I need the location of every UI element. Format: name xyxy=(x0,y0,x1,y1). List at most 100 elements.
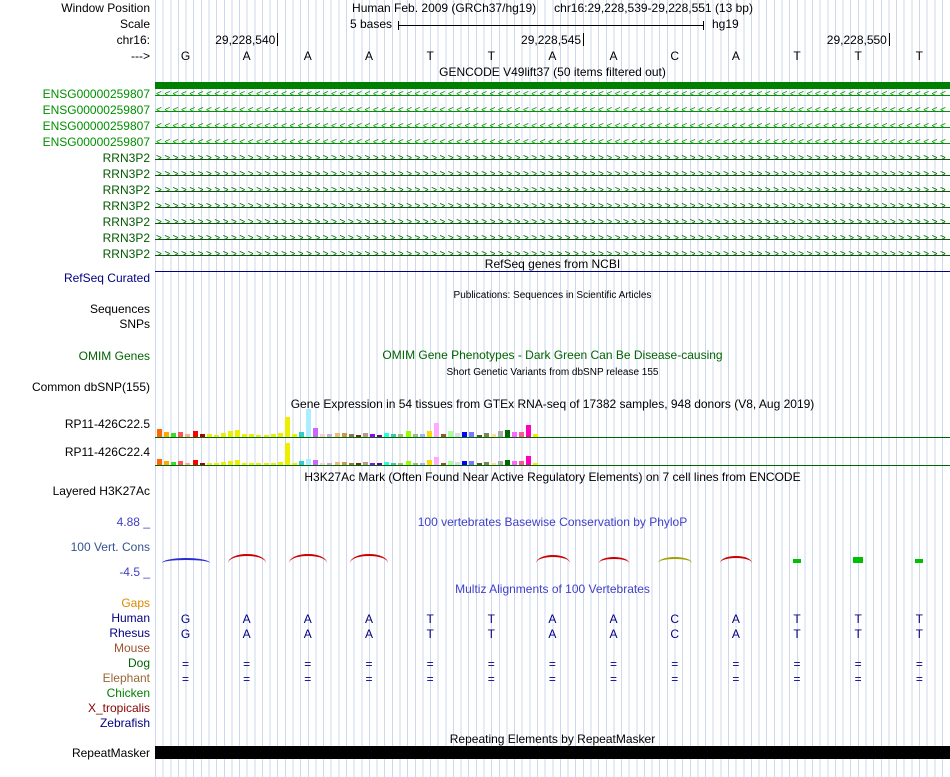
ruler-base: T xyxy=(487,49,495,63)
gtex-tissue-bar xyxy=(284,417,290,437)
conservation-peak xyxy=(719,556,752,563)
repeatmasker-label[interactable]: RepeatMasker xyxy=(72,747,150,760)
dbsnp-track-title[interactable]: Short Genetic Variants from dbSNP releas… xyxy=(155,366,950,379)
multiz-species-label[interactable]: Chicken xyxy=(107,687,150,700)
conservation-peak xyxy=(535,555,570,563)
gene-row-label[interactable]: RRN3P2 xyxy=(103,152,150,165)
multiz-cell: = xyxy=(732,657,740,671)
multiz-species-label[interactable]: Dog xyxy=(128,657,150,670)
gene-row-label[interactable]: ENSG00000259807 xyxy=(43,136,150,149)
gene-row-arrows[interactable]: >>>>>>>>>>>>>>>>>>>>>>>>>>>>>>>>>>>>>>>>… xyxy=(156,232,948,246)
gene-row-arrows[interactable]: >>>>>>>>>>>>>>>>>>>>>>>>>>>>>>>>>>>>>>>>… xyxy=(156,200,948,214)
dbsnp-label[interactable]: Common dbSNP(155) xyxy=(32,381,150,394)
gtex-tissue-bar xyxy=(469,461,475,465)
gene-row-arrows[interactable]: <<<<<<<<<<<<<<<<<<<<<<<<<<<<<<<<<<<<<<<<… xyxy=(156,104,948,118)
refseq-curated-label[interactable]: RefSeq Curated xyxy=(64,272,150,285)
multiz-track-title[interactable]: Multiz Alignments of 100 Vertebrates xyxy=(155,583,950,596)
gtex-gene-label[interactable]: RP11-426C22.5 xyxy=(65,418,150,431)
multiz-cell: = xyxy=(548,657,556,671)
gene-row-arrows[interactable]: >>>>>>>>>>>>>>>>>>>>>>>>>>>>>>>>>>>>>>>>… xyxy=(156,152,948,166)
repeatmasker-track-title[interactable]: Repeating Elements by RepeatMasker xyxy=(155,733,950,746)
vert-cons-label[interactable]: 100 Vert. Cons xyxy=(71,541,150,554)
multiz-cell: = xyxy=(915,672,923,686)
gene-row-label[interactable]: RRN3P2 xyxy=(103,248,150,261)
refseq-curated-item[interactable] xyxy=(155,271,950,272)
multiz-cell: A xyxy=(242,627,251,641)
gtex-tissue-bar xyxy=(448,461,454,465)
multiz-species-label[interactable]: Gaps xyxy=(121,597,150,610)
multiz-cell: = xyxy=(365,672,373,686)
gtex-track-title[interactable]: Gene Expression in 54 tissues from GTEx … xyxy=(155,398,950,411)
gene-row-label[interactable]: RRN3P2 xyxy=(103,184,150,197)
multiz-cell: A xyxy=(731,612,740,626)
repeatmasker-item[interactable] xyxy=(155,746,950,759)
gtex-tissue-bar xyxy=(299,461,304,465)
omim-genes-label[interactable]: OMIM Genes xyxy=(79,350,150,363)
multiz-cell: = xyxy=(671,657,679,671)
omim-track-title[interactable]: OMIM Gene Phenotypes - Dark Green Can Be… xyxy=(155,349,950,362)
multiz-cell: T xyxy=(915,612,924,626)
multiz-cell: T xyxy=(854,627,862,641)
multiz-species-label[interactable]: Rhesus xyxy=(109,627,150,640)
multiz-cell: = xyxy=(304,657,312,671)
gtex-tissue-bar xyxy=(377,463,383,465)
gtex-tissue-bar xyxy=(185,434,191,437)
gtex-tissue-bar xyxy=(171,433,177,437)
layered-h3k27ac-label[interactable]: Layered H3K27Ac xyxy=(53,485,150,498)
gene-row-label[interactable]: ENSG00000259807 xyxy=(43,120,150,133)
gtex-gene-label[interactable]: RP11-426C22.4 xyxy=(65,446,150,459)
publications-track-title[interactable]: Publications: Sequences in Scientific Ar… xyxy=(155,289,950,302)
gtex-tissue-bar xyxy=(228,431,233,437)
gtex-tissue-bar xyxy=(370,434,375,437)
gtex-tissue-bar xyxy=(490,463,496,465)
gene-row-label[interactable]: ENSG00000259807 xyxy=(43,104,150,117)
gtex-tissue-bar xyxy=(242,434,248,437)
ruler-base: C xyxy=(670,49,680,63)
gene-row-arrows[interactable]: >>>>>>>>>>>>>>>>>>>>>>>>>>>>>>>>>>>>>>>>… xyxy=(156,184,948,198)
ruler-base: A xyxy=(242,49,251,63)
gtex-tissue-bar xyxy=(277,462,283,465)
gtex-tissue-bar xyxy=(171,462,177,465)
multiz-cell: C xyxy=(670,627,680,641)
gene-row-label[interactable]: RRN3P2 xyxy=(103,168,150,181)
phylop-track-title[interactable]: 100 vertebrates Basewise Conservation by… xyxy=(155,516,950,529)
gene-row-arrows[interactable]: >>>>>>>>>>>>>>>>>>>>>>>>>>>>>>>>>>>>>>>>… xyxy=(156,168,948,182)
gtex-tissue-bar xyxy=(441,463,446,465)
gtex-tissue-bar xyxy=(164,461,170,465)
multiz-cell: G xyxy=(180,612,191,626)
gencode-track-title[interactable]: GENCODE V49lift37 (50 items filtered out… xyxy=(155,66,950,79)
multiz-species-label[interactable]: Elephant xyxy=(103,672,150,685)
multiz-species-label[interactable]: Human xyxy=(111,612,150,625)
multiz-species-label[interactable]: Mouse xyxy=(114,642,150,655)
gtex-tissue-bar xyxy=(469,432,475,437)
gtex-tissue-bar xyxy=(178,461,184,465)
multiz-species-label[interactable]: Zebrafish xyxy=(100,717,150,730)
ruler-base: T xyxy=(426,49,434,63)
gene-row-label[interactable]: ENSG00000259807 xyxy=(43,88,150,101)
gtex-tissue-bar xyxy=(448,431,454,437)
gtex-tissue-bar xyxy=(490,434,496,437)
multiz-cell: = xyxy=(487,657,495,671)
h3k27ac-track-title[interactable]: H3K27Ac Mark (Often Found Near Active Re… xyxy=(155,471,950,484)
gene-row-arrows[interactable]: <<<<<<<<<<<<<<<<<<<<<<<<<<<<<<<<<<<<<<<<… xyxy=(156,120,948,134)
gene-row-arrows[interactable]: >>>>>>>>>>>>>>>>>>>>>>>>>>>>>>>>>>>>>>>>… xyxy=(156,216,948,230)
multiz-cell: = xyxy=(243,657,251,671)
multiz-cell: G xyxy=(180,627,191,641)
multiz-cell: A xyxy=(303,612,312,626)
gtex-tissue-bar xyxy=(306,409,312,437)
gtex-tissue-bar xyxy=(242,463,248,465)
snps-label[interactable]: SNPs xyxy=(119,318,150,331)
assembly-text: Human Feb. 2009 (GRCh37/hg19) xyxy=(352,1,537,15)
gene-row-label[interactable]: RRN3P2 xyxy=(103,200,150,213)
gene-row-arrows[interactable]: <<<<<<<<<<<<<<<<<<<<<<<<<<<<<<<<<<<<<<<<… xyxy=(156,88,948,102)
gtex-tissue-bar xyxy=(355,435,361,437)
gene-row-arrows[interactable]: <<<<<<<<<<<<<<<<<<<<<<<<<<<<<<<<<<<<<<<<… xyxy=(156,136,948,150)
gene-row-arrows[interactable]: >>>>>>>>>>>>>>>>>>>>>>>>>>>>>>>>>>>>>>>>… xyxy=(156,248,948,262)
gene-row-label[interactable]: RRN3P2 xyxy=(103,216,150,229)
sequences-label[interactable]: Sequences xyxy=(90,303,150,316)
ruler-base: T xyxy=(915,49,924,63)
gene-row-label[interactable]: RRN3P2 xyxy=(103,232,150,245)
multiz-species-label[interactable]: X_tropicalis xyxy=(88,702,150,715)
gtex-tissue-bar xyxy=(348,434,354,437)
gtex-tissue-bar xyxy=(341,433,347,437)
